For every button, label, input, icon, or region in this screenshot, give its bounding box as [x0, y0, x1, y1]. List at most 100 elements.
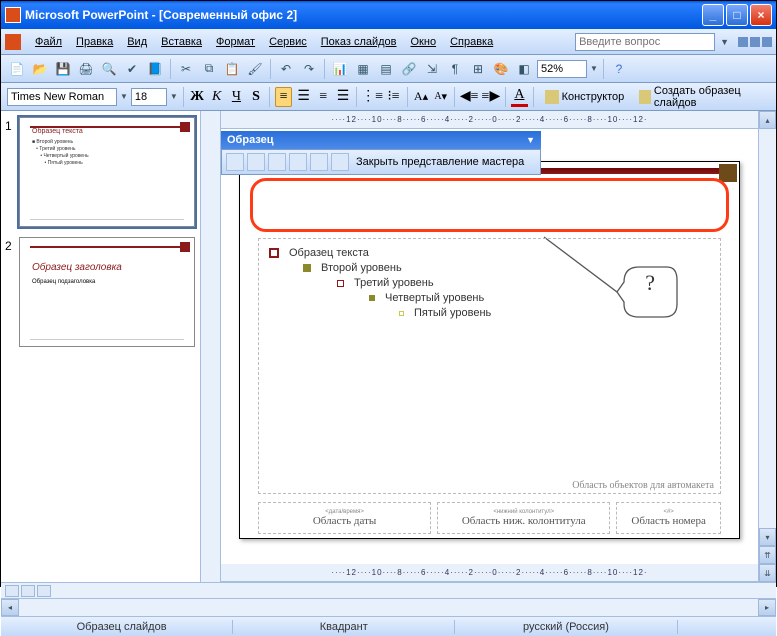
research-icon[interactable]: 📘: [145, 59, 165, 79]
sorter-view-icon[interactable]: [21, 585, 35, 597]
font-color-button[interactable]: A: [511, 87, 528, 107]
text-lvl2[interactable]: Второй уровень: [321, 262, 402, 274]
bullet-lvl4-icon: [369, 295, 375, 301]
highlighted-title-placeholder[interactable]: [250, 178, 729, 232]
minimize-button[interactable]: _: [702, 4, 724, 26]
paste-icon[interactable]: 📋: [222, 59, 242, 79]
decrease-indent-button[interactable]: ◀≡: [460, 87, 479, 107]
copy-icon[interactable]: ⧉: [199, 59, 219, 79]
thumbnail-1[interactable]: 1 Образец текста ■ Второй уровень • Трет…: [5, 117, 196, 227]
open-icon[interactable]: 📂: [30, 59, 50, 79]
font-select[interactable]: [7, 88, 117, 106]
help-icon[interactable]: ?: [609, 59, 629, 79]
show-format-icon[interactable]: ¶: [445, 59, 465, 79]
next-slide-icon[interactable]: ⇊: [759, 564, 776, 582]
insert-title-master-icon[interactable]: [247, 153, 265, 171]
cut-icon[interactable]: ✂: [176, 59, 196, 79]
expand-icon[interactable]: ⇲: [422, 59, 442, 79]
close-master-view-button[interactable]: Закрыть представление мастера: [352, 154, 528, 170]
vertical-scrollbar[interactable]: ▴ ▾ ⇈ ⇊: [758, 111, 776, 582]
increase-indent-button[interactable]: ≡▶: [482, 87, 501, 107]
menu-window[interactable]: Окно: [405, 33, 443, 51]
doc-window-controls[interactable]: [738, 37, 772, 47]
scroll-left-icon[interactable]: ◂: [1, 599, 19, 616]
body-placeholder[interactable]: Образец текста Второй уровень Третий уро…: [258, 238, 721, 494]
horizontal-scrollbar[interactable]: ◂ ▸: [1, 598, 776, 616]
slide-corner-square: [719, 164, 737, 182]
spell-icon[interactable]: ✔: [122, 59, 142, 79]
master-toolbar-window[interactable]: Образец ▼ Закрыть представление мастера: [221, 131, 541, 175]
prev-slide-icon[interactable]: ⇈: [759, 546, 776, 564]
format-painter-icon[interactable]: 🖌: [245, 59, 265, 79]
hyperlink-icon[interactable]: 🔗: [399, 59, 419, 79]
zoom-input[interactable]: [537, 60, 587, 78]
table-icon[interactable]: ▦: [353, 59, 373, 79]
thumbnail-panel: 1 Образец текста ■ Второй уровень • Трет…: [1, 111, 201, 582]
footer-placeholder[interactable]: <нижний колонтитул> Область ниж. колонти…: [437, 502, 610, 534]
text-lvl4[interactable]: Четвертый уровень: [385, 292, 484, 304]
font-dropdown-icon[interactable]: ▼: [120, 92, 128, 101]
menu-slideshow[interactable]: Показ слайдов: [315, 33, 403, 51]
dropdown-icon[interactable]: ▼: [526, 135, 535, 145]
designer-button[interactable]: Конструктор: [539, 88, 631, 106]
text-lvl1[interactable]: Образец текста: [289, 247, 369, 259]
maximize-button[interactable]: □: [726, 4, 748, 26]
bold-button[interactable]: Ж: [189, 87, 206, 107]
thumbnail-2[interactable]: 2 Образец заголовка Образец подзаголовка: [5, 237, 196, 347]
tables-icon[interactable]: ▤: [376, 59, 396, 79]
powerpoint-icon[interactable]: [5, 34, 21, 50]
help-dropdown-icon[interactable]: ▼: [720, 37, 729, 47]
italic-button[interactable]: К: [208, 87, 225, 107]
size-dropdown-icon[interactable]: ▼: [170, 92, 178, 101]
close-button[interactable]: ×: [750, 4, 772, 26]
master-layout-icon[interactable]: [331, 153, 349, 171]
align-left-button[interactable]: ≡: [275, 87, 292, 107]
menu-edit[interactable]: Правка: [70, 33, 119, 51]
align-center-button[interactable]: ☰: [295, 87, 312, 107]
increase-font-button[interactable]: A▴: [413, 87, 430, 107]
slide-canvas[interactable]: ? Образец текста Второй уровень Третий у…: [239, 161, 740, 539]
font-size-select[interactable]: [131, 88, 167, 106]
grid-icon[interactable]: ⊞: [468, 59, 488, 79]
new-icon[interactable]: 📄: [7, 59, 27, 79]
preview-icon[interactable]: 🔍: [99, 59, 119, 79]
master-toolbar-title[interactable]: Образец ▼: [221, 131, 541, 149]
decrease-font-button[interactable]: A▾: [432, 87, 449, 107]
number-placeholder[interactable]: <#> Область номера: [616, 502, 721, 534]
print-icon[interactable]: 🖨: [76, 59, 96, 79]
underline-button[interactable]: Ч: [228, 87, 245, 107]
save-icon[interactable]: 💾: [53, 59, 73, 79]
text-lvl3[interactable]: Третий уровень: [354, 277, 434, 289]
menu-format[interactable]: Формат: [210, 33, 261, 51]
scroll-up-icon[interactable]: ▴: [759, 111, 776, 129]
menu-insert[interactable]: Вставка: [155, 33, 208, 51]
align-right-button[interactable]: ≡: [315, 87, 332, 107]
scroll-down-icon[interactable]: ▾: [759, 528, 776, 546]
redo-icon[interactable]: ↷: [299, 59, 319, 79]
undo-icon[interactable]: ↶: [276, 59, 296, 79]
align-justify-button[interactable]: ☰: [335, 87, 352, 107]
workspace: 1 Образец текста ■ Второй уровень • Трет…: [1, 111, 776, 582]
shadow-button[interactable]: S: [248, 87, 265, 107]
insert-slide-master-icon[interactable]: [226, 153, 244, 171]
slideshow-view-icon[interactable]: [37, 585, 51, 597]
chart-icon[interactable]: 📊: [330, 59, 350, 79]
menu-help[interactable]: Справка: [444, 33, 499, 51]
bullets-button[interactable]: ⁝≡: [385, 87, 402, 107]
menu-file[interactable]: Файл: [29, 33, 68, 51]
new-master-button[interactable]: Создать образец слайдов: [633, 83, 770, 111]
help-search-input[interactable]: [575, 33, 715, 51]
preserve-master-icon[interactable]: [289, 153, 307, 171]
grayscale-icon[interactable]: ◧: [514, 59, 534, 79]
rename-master-icon[interactable]: [310, 153, 328, 171]
color-icon[interactable]: 🎨: [491, 59, 511, 79]
scroll-right-icon[interactable]: ▸: [758, 599, 776, 616]
zoom-dropdown-icon[interactable]: ▼: [590, 64, 598, 73]
delete-master-icon[interactable]: [268, 153, 286, 171]
menu-view[interactable]: Вид: [121, 33, 153, 51]
normal-view-icon[interactable]: [5, 585, 19, 597]
text-lvl5[interactable]: Пятый уровень: [414, 307, 491, 319]
numbering-button[interactable]: ⋮≡: [362, 87, 382, 107]
date-placeholder[interactable]: <дата/время> Область даты: [258, 502, 431, 534]
menu-tools[interactable]: Сервис: [263, 33, 313, 51]
